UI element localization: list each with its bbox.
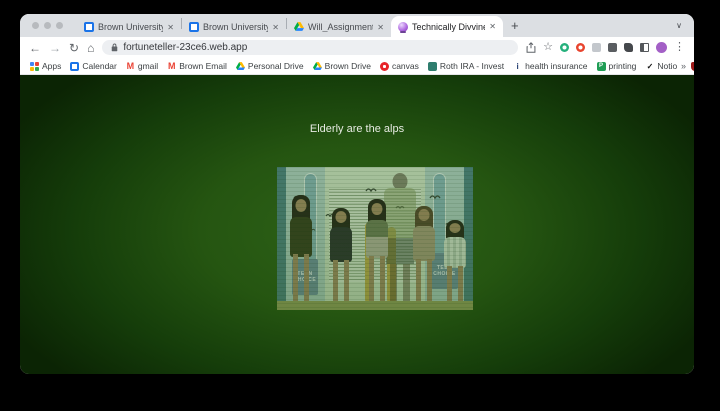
close-tab-icon[interactable]: ✕ [272, 23, 279, 32]
invest-icon [427, 61, 437, 71]
extension-red-icon[interactable] [576, 43, 585, 52]
traffic-lights [32, 22, 63, 29]
url-text: fortuneteller-23ce6.web.app [123, 42, 248, 53]
gmail-icon: M [167, 60, 176, 71]
tab-title: Technically Divvined [412, 21, 486, 32]
bookmarks-overflow-chevron[interactable]: » [676, 58, 686, 74]
printer-icon: P [596, 61, 606, 71]
extension-gray-icon[interactable] [592, 43, 601, 52]
bookmark-health-insurance[interactable]: i health insurance [513, 61, 588, 71]
new-tab-button[interactable]: + [511, 19, 519, 32]
checkmark-icon: ✓ [646, 61, 654, 71]
bookmark-printing[interactable]: P printing [596, 61, 636, 71]
fortune-photo: TEEN CHOICE TEEN CHOICE [277, 167, 473, 310]
scanline-overlay [277, 167, 473, 310]
tab-drive-assignment[interactable]: Will_Assignment_07 - Googl... ✕ [287, 17, 391, 37]
brown-crest-icon [691, 61, 694, 71]
close-tab-icon[interactable]: ✕ [377, 23, 384, 32]
apps-grid-icon [30, 61, 39, 71]
bookmarks-bar: Apps Calendar M gmail M Brown Email Pers… [20, 58, 694, 75]
tab-technically-divvined-active[interactable]: Technically Divvined ✕ [391, 16, 503, 37]
canvas-icon [379, 61, 389, 71]
tabs: Brown University - Calendar - ✕ Brown Un… [77, 14, 519, 37]
maximize-window-button[interactable] [56, 22, 63, 29]
browser-window: Brown University - Calendar - ✕ Brown Un… [20, 14, 694, 374]
extensions-puzzle-icon[interactable] [624, 43, 633, 52]
tab-brown-calendar-2[interactable]: Brown University - Calendar - ✕ [182, 17, 286, 37]
close-window-button[interactable] [32, 22, 39, 29]
google-calendar-icon [70, 61, 80, 71]
page-viewport: Elderly are the alps TEEN CHOICE TEEN CH… [20, 75, 694, 374]
toolbar-right: ☆ ⋮ [526, 42, 685, 53]
close-tab-icon[interactable]: ✕ [167, 23, 174, 32]
side-panel-icon[interactable] [640, 43, 649, 52]
calendar-favicon [189, 22, 199, 32]
profile-avatar[interactable] [656, 42, 667, 53]
share-icon[interactable] [526, 42, 536, 53]
forward-button[interactable]: → [49, 42, 61, 54]
chrome-menu-icon[interactable]: ⋮ [674, 42, 685, 53]
close-tab-icon[interactable]: ✕ [489, 22, 496, 31]
fortune-heading: Elderly are the alps [309, 123, 405, 135]
lock-icon [112, 43, 118, 52]
tab-search-chevron-icon[interactable]: ∨ [676, 21, 682, 30]
tab-strip: Brown University - Calendar - ✕ Brown Un… [20, 14, 694, 37]
extension-dark-icon[interactable] [608, 43, 617, 52]
back-button[interactable]: ← [29, 42, 41, 54]
toolbar: ← → ↻ ⌂ fortuneteller-23ce6.web.app ☆ ⋮ [20, 37, 694, 58]
extension-grammarly-icon[interactable] [560, 43, 569, 52]
bookmark-mybrown[interactable]: myBrown [691, 61, 694, 71]
tab-title: Brown University - Calendar - [98, 22, 164, 32]
bookmark-brown-email[interactable]: M Brown Email [167, 61, 227, 71]
tab-title: Will_Assignment_07 - Googl... [308, 22, 374, 32]
minimize-window-button[interactable] [44, 22, 51, 29]
bookmark-roth-ira[interactable]: Roth IRA - Invest [427, 61, 504, 71]
reload-button[interactable]: ↻ [69, 42, 79, 54]
google-drive-icon [312, 61, 322, 71]
gmail-icon: M [126, 60, 135, 71]
calendar-favicon [84, 22, 94, 32]
tab-brown-calendar-1[interactable]: Brown University - Calendar - ✕ [77, 17, 181, 37]
health-icon: i [516, 61, 519, 71]
bookmark-brown-drive[interactable]: Brown Drive [312, 61, 371, 71]
bookmark-apps[interactable]: Apps [30, 61, 61, 71]
tab-title: Brown University - Calendar - [203, 22, 269, 32]
home-button[interactable]: ⌂ [87, 42, 94, 54]
bookmark-canvas[interactable]: canvas [379, 61, 419, 71]
google-drive-icon [235, 61, 245, 71]
bookmark-gmail[interactable]: M gmail [126, 60, 159, 71]
google-drive-favicon [294, 22, 304, 32]
bookmark-personal-drive[interactable]: Personal Drive [235, 61, 304, 71]
bookmark-calendar[interactable]: Calendar [70, 61, 117, 71]
bookmark-star-icon[interactable]: ☆ [543, 42, 553, 53]
crystal-ball-favicon [398, 21, 408, 33]
address-bar[interactable]: fortuneteller-23ce6.web.app [102, 40, 519, 55]
